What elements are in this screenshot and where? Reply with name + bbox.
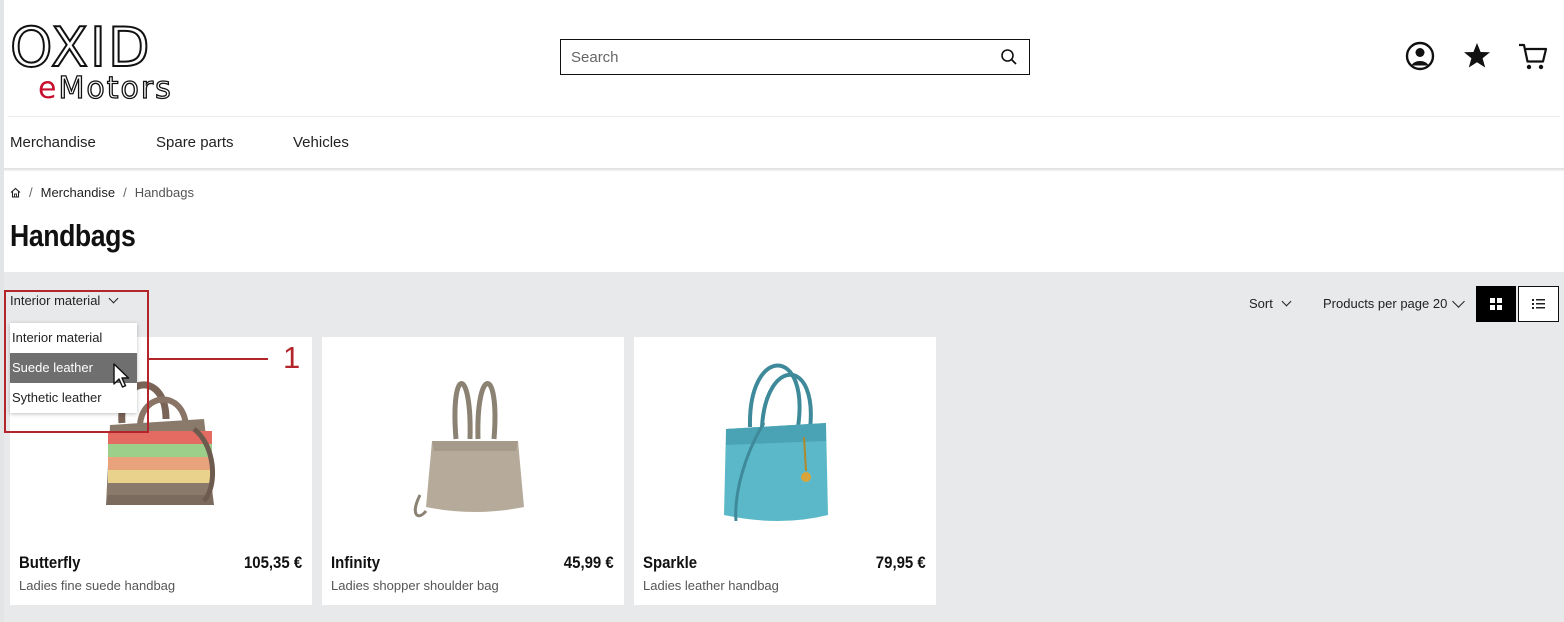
product-name[interactable]: Butterfly <box>19 553 81 573</box>
logo-oxid-text: OXID <box>10 16 152 79</box>
grid-view-button[interactable] <box>1476 286 1516 322</box>
search-box[interactable] <box>560 39 1030 75</box>
logo-motors-text: Motors <box>58 71 172 104</box>
products-per-page-dropdown[interactable]: Products per page 20 <box>1323 295 1466 311</box>
nav-item-vehicles[interactable]: Vehicles <box>293 134 349 151</box>
products-per-page-label: Products per page 20 <box>1323 296 1448 311</box>
sort-dropdown[interactable]: Sort <box>1249 296 1292 311</box>
account-icon[interactable] <box>1404 40 1436 72</box>
annotation-highlight-box <box>4 290 149 433</box>
breadcrumb-separator: / <box>29 185 33 200</box>
chevron-down-icon <box>1452 295 1466 308</box>
product-card[interactable]: Infinity 45,99 € Ladies shopper shoulder… <box>322 337 624 605</box>
list-view-button[interactable] <box>1518 286 1559 322</box>
product-image-infinity <box>413 381 524 518</box>
breadcrumb-current: Handbags <box>134 185 194 200</box>
search-icon[interactable] <box>1000 48 1018 66</box>
breadcrumb-separator: / <box>123 185 127 200</box>
product-name[interactable]: Infinity <box>331 553 380 573</box>
annotation-number: 1 <box>283 340 301 375</box>
home-icon[interactable] <box>10 187 21 198</box>
annotation-leader-line <box>149 358 268 360</box>
wishlist-star-icon[interactable] <box>1461 40 1493 72</box>
product-description: Ladies shopper shoulder bag <box>331 578 499 593</box>
header-divider <box>8 116 1560 117</box>
list-icon <box>1532 299 1545 309</box>
product-description: Ladies leather handbag <box>643 578 779 593</box>
grid-icon <box>1490 298 1502 310</box>
breadcrumb: / Merchandise / Handbags <box>10 185 194 200</box>
search-input[interactable] <box>571 47 991 67</box>
product-price: 105,35 € <box>243 553 302 572</box>
product-image-sparkle <box>724 363 828 522</box>
chevron-down-icon <box>1281 296 1292 307</box>
main-nav: Merchandise Spare parts Vehicles <box>10 134 349 151</box>
nav-item-spare-parts[interactable]: Spare parts <box>156 134 293 151</box>
oxid-emotors-logo[interactable]: OXID eMotors <box>8 14 208 104</box>
product-card[interactable]: Sparkle 79,95 € Ladies leather handbag <box>634 337 936 605</box>
breadcrumb-merchandise[interactable]: Merchandise <box>41 185 115 200</box>
cart-icon[interactable] <box>1517 40 1549 72</box>
logo-e-letter: e <box>38 71 58 104</box>
svg-text:eMotors: eMotors <box>38 71 173 104</box>
page-title: Handbags <box>10 218 136 253</box>
nav-item-merchandise[interactable]: Merchandise <box>10 134 156 151</box>
nav-divider <box>4 168 1564 171</box>
product-name[interactable]: Sparkle <box>643 553 697 573</box>
product-price: 45,99 € <box>564 553 614 572</box>
product-price: 79,95 € <box>876 553 926 572</box>
product-description: Ladies fine suede handbag <box>19 578 176 593</box>
sort-label: Sort <box>1249 296 1273 311</box>
